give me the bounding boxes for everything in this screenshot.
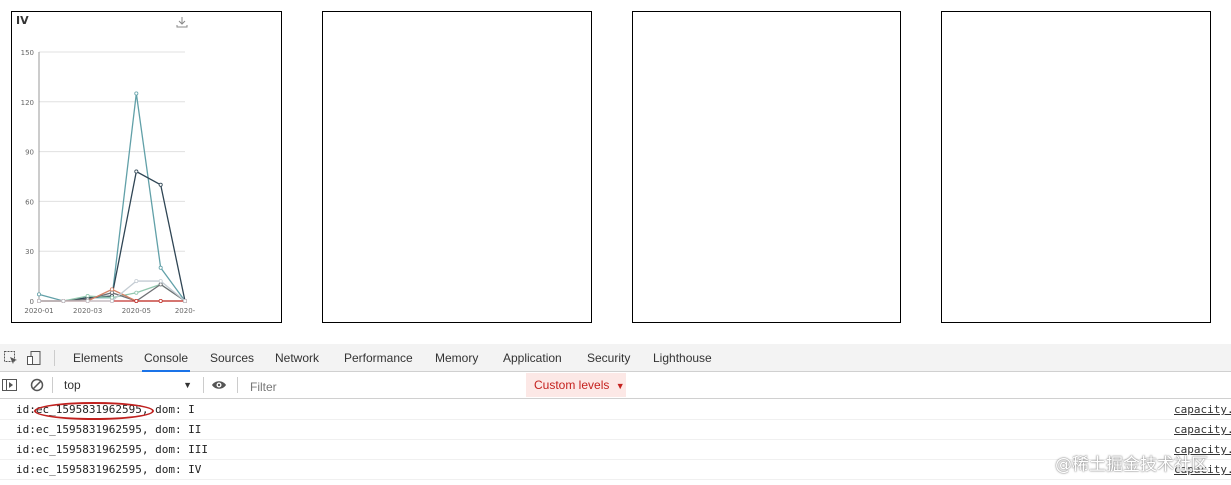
series-point [110,290,115,295]
line-chart: 0 30 60 90 120 150 2020-01 2020-03 2020-05 2020- [21,49,196,315]
console-log-row: id:ec_1595831962595, dom: I capacity. [0,400,1231,420]
series-point [158,265,163,270]
x-tick-label: 2020-01 [24,307,53,315]
tab-separator [54,350,55,366]
series-point [134,290,139,295]
y-tick-label: 150 [21,49,34,57]
tab-elements[interactable]: Elements [71,344,125,371]
context-select-value: top [64,378,81,392]
log-levels-label: Custom levels [534,378,610,392]
log-source-link[interactable]: capacity. [1174,420,1231,440]
series-point [110,287,115,292]
series-point [85,298,90,303]
filter-input[interactable] [244,376,534,397]
console-toolbar: top ▼ Custom levels ▼ [0,372,1231,399]
series-point [85,294,90,299]
series-point [36,292,41,297]
tab-sources[interactable]: Sources [208,344,256,371]
sidebar-toggle-icon[interactable] [2,377,18,393]
watermark: @稀土掘金技术社区 [1055,455,1208,475]
series-line [39,170,186,302]
y-tick-label: 30 [25,248,34,256]
x-tick-label: 2020-05 [122,307,151,315]
y-tick-label: 60 [25,198,34,206]
series-point [158,182,163,187]
tab-memory[interactable]: Memory [433,344,480,371]
series-point [110,298,115,303]
tab-lighthouse[interactable]: Lighthouse [651,344,714,371]
device-toolbar-icon[interactable] [26,350,42,366]
x-tick-label: 2020-03 [73,307,102,315]
tab-network[interactable]: Network [273,344,321,371]
toolbar-separator [52,377,53,393]
tab-application[interactable]: Application [501,344,564,371]
y-tick-label: 0 [30,298,34,306]
clear-console-icon[interactable] [29,377,45,393]
series-point [158,298,163,303]
series-point [158,282,163,287]
inspect-element-icon[interactable] [3,350,19,366]
chart-panel-4 [941,11,1211,323]
tab-security[interactable]: Security [585,344,632,371]
console-log-row: id:ec_1595831962595, dom: III capacity. [0,440,1231,460]
series-point [134,298,139,303]
log-message: id:ec_1595831962595, dom: III [16,443,209,456]
log-message: id:ec_1595831962595, dom: II [16,423,202,436]
log-levels-dropdown[interactable]: Custom levels ▼ [526,373,626,397]
series-point [182,298,187,303]
devtools-tab-bar: Elements Console Sources Network Performance… [0,344,1231,372]
series-point [61,298,66,303]
tab-console[interactable]: Console [142,344,191,372]
series-point [134,91,139,96]
tab-performance[interactable]: Performance [342,344,415,371]
series-point [134,279,139,284]
log-source-link[interactable]: capacity. [1174,400,1231,420]
y-tick-label: 120 [21,99,34,107]
series-point [134,169,139,174]
chart-panel-3 [632,11,901,323]
toolbar-separator [237,377,238,393]
toolbar-separator [203,377,204,393]
console-log-row: id:ec_1595831962595, dom: II capacity. [0,420,1231,440]
x-tick-label: 2020- [175,307,196,315]
chart-panel-2 [322,11,592,323]
console-log-row: id:ec_1595831962595, dom: IV capacity. [0,460,1231,480]
dropdown-arrow-icon: ▼ [615,381,625,391]
chart-panel-iv: IV 0 30 60 90 120 150 2020-01 2020-03 2020-05 202… [11,11,282,323]
series-point [36,298,41,303]
dropdown-arrow-icon: ▼ [183,380,192,390]
context-select[interactable]: top ▼ [58,376,198,394]
log-message: id:ec_1595831962595, dom: IV [16,463,202,476]
eye-icon[interactable] [211,377,227,393]
y-tick-label: 90 [25,149,34,157]
series-point [158,279,163,284]
log-message: id:ec_1595831962595, dom: I [16,403,195,416]
series-point [110,295,115,300]
